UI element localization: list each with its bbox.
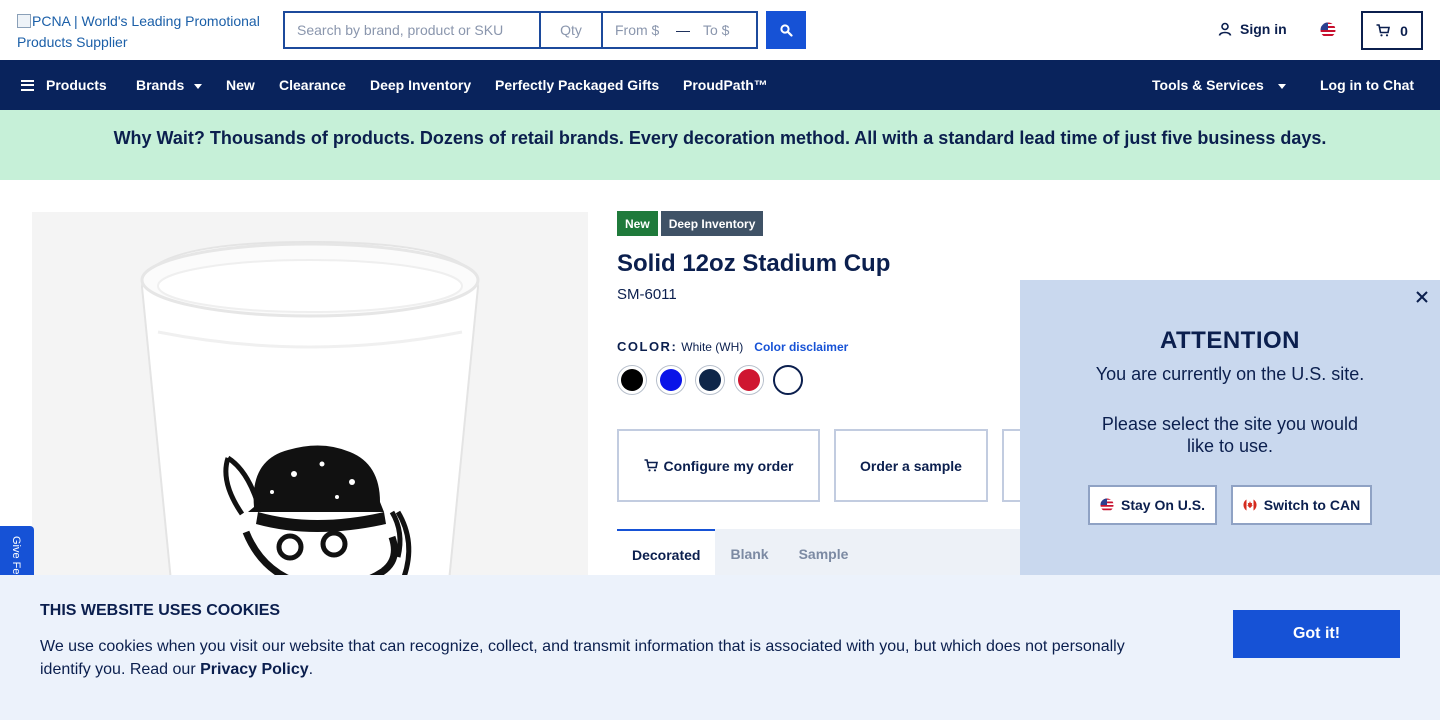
- sign-in-label: Sign in: [1240, 21, 1287, 37]
- search-bar: —: [283, 11, 758, 49]
- nav-tools-services[interactable]: Tools & Services: [1152, 60, 1286, 110]
- nav-perfectly-packaged-gifts[interactable]: Perfectly Packaged Gifts: [495, 60, 659, 110]
- stay-on-us-button[interactable]: Stay On U.S.: [1088, 485, 1217, 525]
- attention-title: ATTENTION: [1159, 327, 1301, 354]
- color-swatches: [617, 365, 803, 395]
- swatch-fill: [778, 370, 798, 390]
- chevron-down-icon: [194, 83, 203, 89]
- nav-products[interactable]: Products: [21, 60, 107, 110]
- cart-count: 0: [1400, 22, 1408, 39]
- attention-current-site-text: You are currently on the U.S. site.: [1095, 364, 1365, 384]
- product-image[interactable]: [32, 212, 588, 632]
- price-from-input[interactable]: [603, 13, 675, 47]
- nav-brands-label: Brands: [136, 77, 185, 93]
- nav-tools-label: Tools & Services: [1152, 77, 1264, 93]
- cookie-title: THIS WEBSITE USES COOKIES: [40, 602, 281, 619]
- search-button[interactable]: [766, 11, 806, 49]
- us-flag-icon[interactable]: [1320, 22, 1336, 38]
- color-selection-row: COLOR: White (WH) Color disclaimer: [617, 339, 848, 354]
- badge-new: New: [617, 211, 658, 236]
- order-sample-label: Order a sample: [860, 457, 962, 474]
- swatch-black[interactable]: [617, 365, 647, 395]
- tab-blank[interactable]: Blank: [715, 529, 783, 579]
- cookie-banner: THIS WEBSITE USES COOKIES We use cookies…: [0, 575, 1440, 720]
- swatch-fill: [738, 369, 760, 391]
- promo-banner: Why Wait? Thousands of products. Dozens …: [0, 110, 1440, 180]
- promo-text: Why Wait? Thousands of products. Dozens …: [113, 127, 1327, 148]
- nav-new[interactable]: New: [226, 60, 255, 110]
- nav-login-chat[interactable]: Log in to Chat: [1320, 60, 1414, 110]
- swatch-blue[interactable]: [656, 365, 686, 395]
- product-title: Solid 12oz Stadium Cup: [617, 250, 891, 277]
- swatch-red[interactable]: [734, 365, 764, 395]
- nav-brands[interactable]: Brands: [136, 60, 203, 110]
- product-badges: New Deep Inventory: [617, 211, 764, 236]
- close-icon: [1416, 291, 1428, 303]
- stadium-cup-image: [32, 212, 588, 632]
- main-nav: Products Brands New Clearance Deep Inven…: [0, 60, 1440, 110]
- stay-on-us-label: Stay On U.S.: [1120, 497, 1206, 513]
- pcna-logo-link[interactable]: PCNA | World's Leading Promotional Produ…: [17, 11, 267, 53]
- cart-button[interactable]: 0: [1361, 11, 1423, 50]
- product-sku: SM-6011: [617, 286, 677, 303]
- nav-proudpath[interactable]: ProudPath™: [683, 60, 768, 110]
- configure-order-label: Configure my order: [663, 457, 794, 474]
- qty-input[interactable]: [541, 13, 603, 47]
- badge-deep-inventory: Deep Inventory: [660, 211, 764, 236]
- nav-clearance[interactable]: Clearance: [279, 60, 346, 110]
- swatch-fill: [699, 369, 721, 391]
- nav-products-label: Products: [46, 77, 107, 93]
- switch-to-can-button[interactable]: Switch to CAN: [1231, 485, 1372, 525]
- sign-in-link[interactable]: Sign in: [1218, 21, 1287, 37]
- search-icon: [779, 23, 793, 37]
- tab-decorated[interactable]: Decorated: [617, 529, 716, 579]
- nav-deep-inventory[interactable]: Deep Inventory: [370, 60, 471, 110]
- cart-icon: [1376, 24, 1391, 37]
- swatch-fill: [660, 369, 682, 391]
- order-type-tabs: Decorated Blank Sample: [617, 529, 1047, 579]
- logo-alt-text: PCNA | World's Leading Promotional Produ…: [17, 13, 260, 50]
- color-label: COLOR:: [617, 339, 678, 354]
- cookie-text: We use cookies when you visit our websit…: [40, 635, 1150, 681]
- cart-icon: [644, 459, 658, 472]
- site-selection-modal: ATTENTION You are currently on the U.S. …: [1020, 280, 1440, 580]
- us-flag-icon: [1100, 498, 1114, 512]
- top-header: PCNA | World's Leading Promotional Produ…: [0, 0, 1440, 60]
- order-sample-button[interactable]: Order a sample: [834, 429, 988, 502]
- configure-order-button[interactable]: Configure my order: [617, 429, 820, 502]
- got-it-button[interactable]: Got it!: [1233, 610, 1400, 658]
- switch-to-can-label: Switch to CAN: [1263, 497, 1361, 513]
- close-modal-button[interactable]: [1414, 290, 1430, 306]
- privacy-policy-link[interactable]: Privacy Policy: [200, 661, 309, 678]
- price-to-input[interactable]: [691, 13, 751, 47]
- swatch-fill: [621, 369, 643, 391]
- price-range-dash: —: [676, 22, 690, 38]
- canada-flag-icon: [1243, 498, 1257, 512]
- color-disclaimer-link[interactable]: Color disclaimer: [754, 340, 848, 354]
- attention-select-text: Please select the site you would like to…: [1101, 414, 1359, 456]
- search-input[interactable]: [285, 13, 541, 47]
- tab-sample[interactable]: Sample: [784, 529, 864, 579]
- swatch-navy[interactable]: [695, 365, 725, 395]
- chevron-down-icon: [1277, 83, 1286, 89]
- color-value: White (WH): [681, 340, 744, 354]
- cookie-period: .: [308, 661, 314, 678]
- menu-icon: [21, 79, 34, 91]
- user-icon: [1218, 22, 1232, 36]
- swatch-white[interactable]: [773, 365, 803, 395]
- broken-image-icon: [17, 14, 31, 28]
